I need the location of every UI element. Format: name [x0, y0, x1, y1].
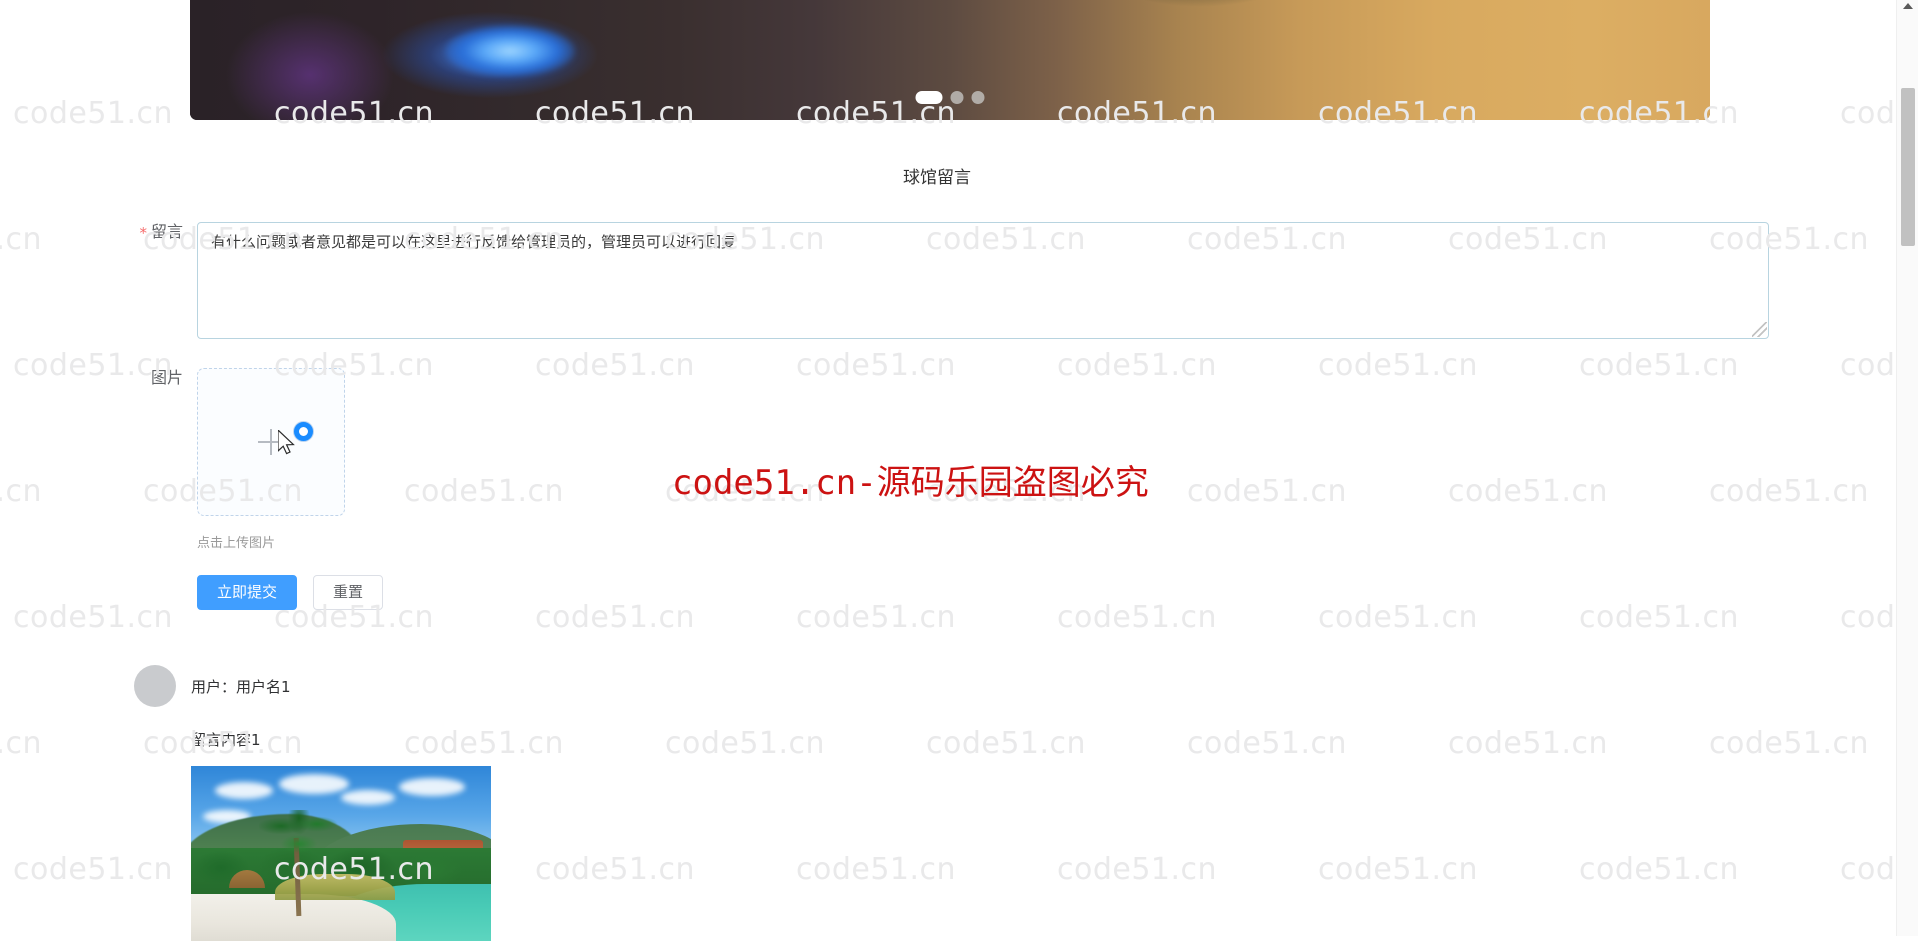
scroll-up-arrow-icon[interactable] — [1903, 3, 1913, 9]
image-upload-column: 点击上传图片 — [197, 368, 345, 551]
loading-spinner-icon — [294, 422, 313, 441]
photo-grass — [275, 874, 395, 900]
image-form-row: 图片 点击上传图片 — [115, 368, 345, 551]
image-upload-dropzone[interactable] — [197, 368, 345, 516]
reset-button[interactable]: 重置 — [313, 575, 383, 610]
avatar — [134, 665, 176, 707]
image-label: 图片 — [115, 368, 197, 551]
comment-photo[interactable] — [191, 766, 491, 941]
comment-body: 留言内容1 — [191, 729, 1634, 941]
comment-item: 用户：用户名1 留言内容1 — [134, 665, 1634, 941]
carousel-indicator-2[interactable] — [951, 91, 964, 104]
submit-button[interactable]: 立即提交 — [197, 575, 297, 610]
carousel-indicator-1[interactable] — [916, 91, 943, 104]
page-title: 球馆留言 — [0, 163, 1874, 188]
carousel-blue-glow — [445, 25, 575, 77]
comment-content: 留言内容1 — [191, 729, 1634, 750]
hero-carousel[interactable] — [190, 0, 1710, 120]
photo-cloud — [215, 782, 273, 799]
vertical-scrollbar[interactable] — [1896, 0, 1918, 936]
comment-header: 用户：用户名1 — [134, 665, 1634, 707]
message-label: *留言 — [115, 222, 197, 339]
photo-cloud — [399, 778, 465, 796]
form-actions: 立即提交 重置 — [197, 575, 383, 610]
carousel-indicator-3[interactable] — [972, 91, 985, 104]
message-textarea-value: 有什么问题或者意见都是可以在这里进行反馈给管理员的，管理员可以进行回复 — [211, 233, 736, 251]
textarea-resize-handle[interactable] — [1752, 322, 1767, 337]
message-label-text: 留言 — [151, 222, 183, 241]
message-textarea[interactable]: 有什么问题或者意见都是可以在这里进行反馈给管理员的，管理员可以进行回复 — [197, 222, 1769, 339]
comment-username: 用户：用户名1 — [191, 676, 291, 697]
upload-hint-text: 点击上传图片 — [197, 532, 345, 551]
required-asterisk-icon: * — [139, 224, 147, 242]
carousel-indicators[interactable] — [916, 91, 985, 104]
photo-palm-leaves — [259, 810, 341, 856]
photo-cloud — [341, 790, 395, 805]
photo-sand — [191, 894, 396, 941]
red-watermark: code51.cn-源码乐园盗图必究 — [672, 455, 1149, 504]
photo-cloud — [279, 774, 349, 794]
mouse-cursor — [278, 430, 300, 465]
message-form-row: *留言 有什么问题或者意见都是可以在这里进行反馈给管理员的，管理员可以进行回复 — [115, 222, 1769, 339]
scrollbar-thumb[interactable] — [1901, 88, 1915, 246]
